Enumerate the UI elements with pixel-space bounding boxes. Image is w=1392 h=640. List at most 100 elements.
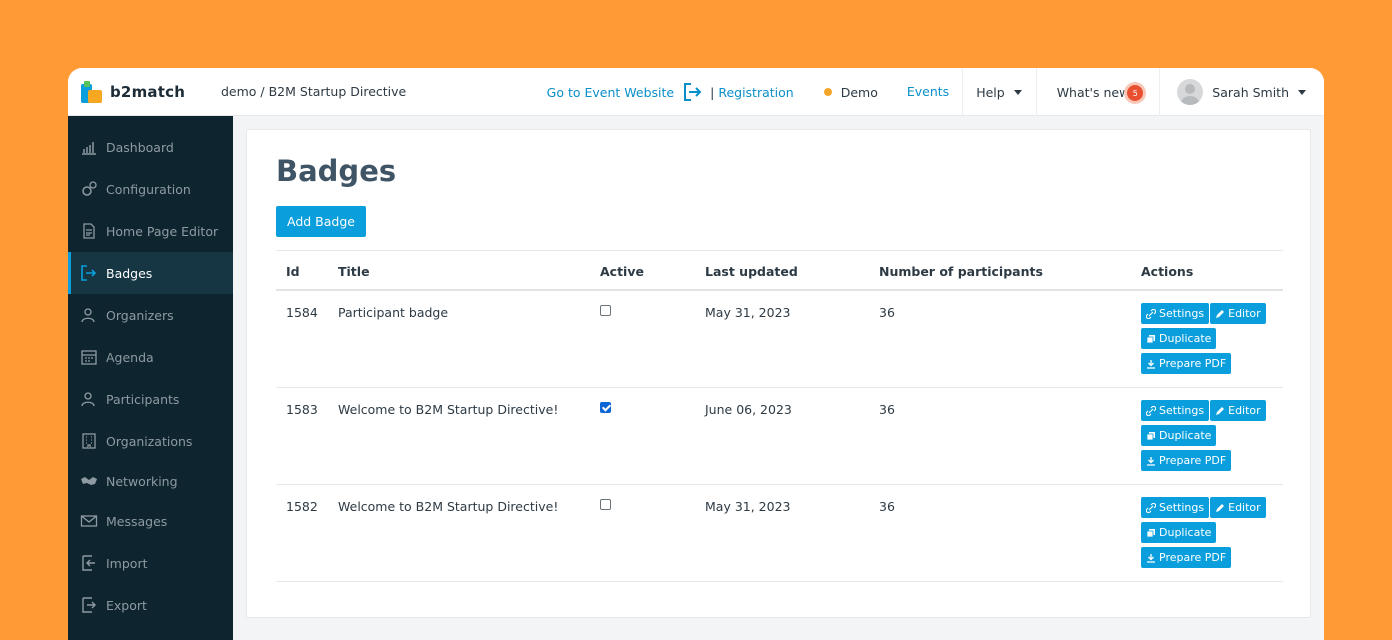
whats-new-button[interactable]: What's new 5: [1037, 68, 1161, 116]
prepare-pdf-label: Prepare PDF: [1159, 454, 1227, 467]
avatar: [1177, 79, 1204, 105]
breadcrumb[interactable]: demo / B2M Startup Directive: [221, 68, 406, 116]
status-dot-icon: [823, 88, 832, 96]
column-header-last-updated[interactable]: Last updated: [705, 264, 798, 279]
settings-button[interactable]: Settings: [1141, 400, 1210, 421]
building-icon: [80, 432, 98, 450]
users-icon: [80, 306, 98, 324]
calendar-icon: [80, 348, 98, 366]
badge-last-updated: June 06, 2023: [705, 402, 792, 417]
badge-id: 1583: [286, 402, 318, 417]
duplicate-button[interactable]: Duplicate: [1141, 425, 1217, 446]
sidebar-item-organizers[interactable]: Organizers: [68, 294, 233, 336]
active-checkbox[interactable]: [600, 499, 611, 510]
copy-icon: [1146, 334, 1155, 343]
column-header-actions: Actions: [1141, 264, 1194, 279]
active-checkbox[interactable]: [600, 305, 611, 316]
download-icon: [1147, 456, 1155, 466]
sidebar-item-label: Organizations: [106, 433, 193, 449]
duplicate-button[interactable]: Duplicate: [1141, 328, 1217, 349]
sidebar-item-badges[interactable]: Badges: [68, 252, 233, 294]
editor-label: Editor: [1228, 307, 1261, 320]
badge-title[interactable]: Welcome to B2M Startup Directive!: [338, 402, 558, 417]
settings-button[interactable]: Settings: [1141, 303, 1210, 324]
help-menu[interactable]: Help: [963, 68, 1037, 116]
settings-label: Settings: [1159, 404, 1205, 417]
import-icon: [80, 554, 98, 572]
duplicate-label: Duplicate: [1159, 526, 1212, 539]
sidebar-item-import[interactable]: Import: [68, 542, 233, 584]
sidebar-item-export[interactable]: Export: [68, 584, 233, 626]
copy-icon: [1146, 431, 1155, 440]
demo-status[interactable]: Demo: [804, 85, 896, 100]
sidebar-item-agenda[interactable]: Agenda: [68, 336, 233, 378]
copy-icon: [1146, 528, 1155, 537]
link-icon: [1146, 502, 1156, 513]
settings-label: Settings: [1159, 307, 1205, 320]
settings-label: Settings: [1159, 501, 1205, 514]
export-icon: [80, 596, 98, 614]
duplicate-label: Duplicate: [1159, 429, 1212, 442]
column-header-id[interactable]: Id: [286, 264, 300, 279]
table-row: 1582 Welcome to B2M Startup Directive! M…: [276, 485, 1283, 582]
user-menu[interactable]: Sarah Smith: [1160, 79, 1324, 105]
document-icon: [80, 222, 98, 240]
editor-label: Editor: [1228, 404, 1261, 417]
sidebar: Dashboard Configuration Home Page Editor…: [68, 116, 233, 640]
sidebar-item-label: Home Page Editor: [106, 223, 219, 239]
pencil-icon: [1216, 503, 1225, 512]
editor-button[interactable]: Editor: [1210, 497, 1266, 518]
download-icon: [1147, 359, 1155, 369]
chevron-down-icon: [1298, 89, 1306, 95]
whats-new-label: What's new: [1056, 84, 1130, 100]
editor-button[interactable]: Editor: [1210, 303, 1266, 324]
row-actions: Settings Editor Duplicate Prepare PDF: [1141, 303, 1281, 378]
badge-id: 1582: [286, 499, 318, 514]
table-header: Id Title Active Last updated Number of p…: [276, 250, 1283, 291]
column-header-title[interactable]: Title: [338, 264, 370, 279]
sidebar-item-configuration[interactable]: Configuration: [68, 168, 233, 210]
event-website-link[interactable]: Go to Event Website: [547, 85, 674, 100]
editor-button[interactable]: Editor: [1210, 400, 1266, 421]
sidebar-item-dashboard[interactable]: Dashboard: [68, 126, 233, 168]
badge-title[interactable]: Participant badge: [338, 305, 448, 320]
sidebar-item-networking[interactable]: Networking: [68, 460, 233, 502]
badges-table: Id Title Active Last updated Number of p…: [276, 250, 1283, 582]
page-title: Badges: [276, 154, 397, 188]
sidebar-item-home-page-editor[interactable]: Home Page Editor: [68, 210, 233, 252]
chevron-down-icon: [1013, 89, 1022, 95]
prepare-pdf-button[interactable]: Prepare PDF: [1141, 353, 1232, 374]
sidebar-item-label: Agenda: [106, 349, 154, 365]
sidebar-item-label: Organizers: [106, 307, 174, 323]
badge-participants: 36: [879, 305, 895, 320]
prepare-pdf-button[interactable]: Prepare PDF: [1141, 450, 1232, 471]
add-badge-button[interactable]: Add Badge: [276, 206, 366, 237]
table-row: 1584 Participant badge May 31, 2023 36 S…: [276, 291, 1283, 388]
sidebar-item-label: Messages: [106, 513, 168, 529]
duplicate-button[interactable]: Duplicate: [1141, 522, 1217, 543]
sidebar-item-participants[interactable]: Participants: [68, 378, 233, 420]
link-icon: [1146, 405, 1156, 416]
column-header-active[interactable]: Active: [600, 264, 644, 279]
registration-link[interactable]: Registration: [718, 85, 793, 100]
pencil-icon: [1216, 406, 1225, 415]
sidebar-item-messages[interactable]: Messages: [68, 500, 233, 542]
top-bar: b2match demo / B2M Startup Directive Go …: [68, 68, 1324, 116]
sidebar-item-label: Participants: [106, 391, 180, 407]
badge-participants: 36: [879, 499, 895, 514]
events-link[interactable]: Events: [896, 68, 964, 116]
badge-participants: 36: [879, 402, 895, 417]
users-icon: [80, 390, 98, 408]
badge-title[interactable]: Welcome to B2M Startup Directive!: [338, 499, 558, 514]
table-row: 1583 Welcome to B2M Startup Directive! J…: [276, 388, 1283, 485]
gear-icon: [80, 180, 98, 198]
prepare-pdf-button[interactable]: Prepare PDF: [1141, 547, 1232, 568]
active-checkbox[interactable]: [600, 402, 611, 413]
exit-icon[interactable]: [682, 81, 704, 103]
demo-label: Demo: [840, 84, 878, 100]
brand-logo[interactable]: b2match: [81, 81, 185, 103]
column-header-participants[interactable]: Number of participants: [879, 264, 1043, 279]
sidebar-item-organizations[interactable]: Organizations: [68, 420, 233, 462]
settings-button[interactable]: Settings: [1141, 497, 1210, 518]
row-actions: Settings Editor Duplicate Prepare PDF: [1141, 497, 1281, 572]
